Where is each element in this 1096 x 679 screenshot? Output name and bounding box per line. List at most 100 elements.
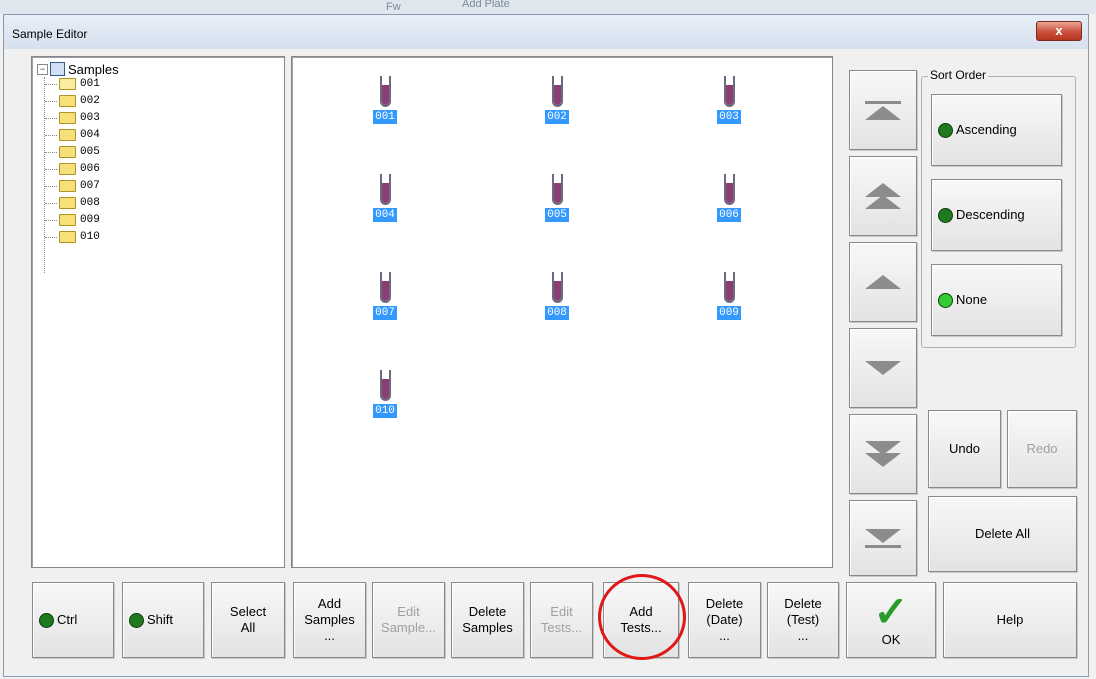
folder-icon [59,95,76,107]
delete-all-button[interactable]: Delete All [928,496,1077,572]
sample-tube-002[interactable]: 002 [527,76,587,124]
tree-item-label: 004 [80,129,100,141]
move-up-button[interactable] [849,242,917,322]
tree-branch-line [45,135,57,136]
sample-label: 006 [717,208,741,222]
sample-tube-003[interactable]: 003 [699,76,759,124]
sort-order-legend: Sort Order [928,68,989,82]
test-tube-icon [551,174,563,205]
title-bar[interactable]: Sample Editor x [4,15,1088,49]
tree-root-samples[interactable]: − Samples [37,61,119,77]
add-samples-button[interactable]: Add Samples... [293,582,366,658]
ok-button[interactable]: ✓ OK [846,582,936,658]
test-tube-icon [379,76,391,107]
delete-by-date-button[interactable]: Delete (Date)... [688,582,761,658]
tree-item-002[interactable]: 002 [45,94,100,108]
tree-branch-line [45,84,57,85]
delete-date-label-2: (Date) [706,612,743,627]
background-ghost-text-2: Fw [386,1,401,13]
sample-label: 001 [373,110,397,124]
delete-date-label-1: Delete [705,596,744,611]
sort-descending-button[interactable]: Descending [931,179,1062,251]
sample-grid[interactable]: 001 002 003 004 005 006 007 008 009 010 [291,56,833,568]
tree-item-label: 009 [80,214,100,226]
folder-icon [59,129,76,141]
undo-button[interactable]: Undo [928,410,1001,488]
sample-tube-008[interactable]: 008 [527,272,587,320]
folder-icon [59,231,76,243]
sample-tube-007[interactable]: 007 [355,272,415,320]
folder-icon [59,180,76,192]
tree-item-009[interactable]: 009 [45,213,100,227]
delete-samples-button[interactable]: Delete Samples [451,582,524,658]
sample-tube-010[interactable]: 010 [355,370,415,418]
test-tube-icon [379,272,391,303]
add-samples-label-3: ... [324,628,335,643]
tree-connector-line [44,77,45,273]
test-tube-icon [379,174,391,205]
sample-tube-004[interactable]: 004 [355,174,415,222]
tree-item-label: 007 [80,180,100,192]
delete-by-test-button[interactable]: Delete (Test)... [767,582,839,658]
highlight-circle [598,574,686,660]
ok-label: OK [881,632,901,647]
ctrl-modifier-button[interactable]: Ctrl [32,582,114,658]
tree-item-004[interactable]: 004 [45,128,100,142]
edit-sample-button[interactable]: Edit Sample... [372,582,445,658]
sample-tube-009[interactable]: 009 [699,272,759,320]
double-down-icon [865,441,901,467]
sample-label: 002 [545,110,569,124]
undo-label: Undo [948,441,981,456]
tree-item-label: 002 [80,95,100,107]
tree-item-005[interactable]: 005 [45,145,100,159]
sort-ascending-button[interactable]: Ascending [931,94,1062,166]
delete-samples-label-1: Delete [468,604,507,619]
tree-item-001[interactable]: 001 [45,77,100,91]
redo-button[interactable]: Redo [1007,410,1077,488]
folder-icon [59,163,76,175]
move-page-up-button[interactable] [849,156,917,236]
sample-tube-006[interactable]: 006 [699,174,759,222]
sort-ascending-label: Ascending [956,122,1017,137]
edit-sample-label-2: Sample... [381,620,436,635]
test-tube-icon [379,370,391,401]
tree-branch-line [45,118,57,119]
sample-label: 003 [717,110,741,124]
tree-item-007[interactable]: 007 [45,179,100,193]
close-button[interactable]: x [1036,21,1082,41]
help-button[interactable]: Help [943,582,1077,658]
sample-label: 010 [373,404,397,418]
tree-item-label: 005 [80,146,100,158]
folder-icon [59,112,76,124]
double-up-icon [865,183,901,209]
folder-open-icon [59,78,76,90]
tree-item-003[interactable]: 003 [45,111,100,125]
delete-test-label-3: ... [797,628,809,643]
move-page-down-button[interactable] [849,414,917,494]
test-tube-icon [723,272,735,303]
sample-label: 008 [545,306,569,320]
move-down-button[interactable] [849,328,917,408]
tree-item-010[interactable]: 010 [45,230,100,244]
folder-icon [59,214,76,226]
down-arrow-icon [865,361,901,375]
move-to-top-button[interactable] [849,70,917,150]
tree-branch-line [45,237,57,238]
sort-descending-label: Descending [956,207,1025,222]
tree-item-008[interactable]: 008 [45,196,100,210]
shift-modifier-button[interactable]: Shift [122,582,204,658]
sample-tree[interactable]: − Samples 001 002 003 004 005 006 007 00… [31,56,285,568]
edit-tests-button[interactable]: Edit Tests... [530,582,593,658]
select-all-button[interactable]: Select All [211,582,285,658]
delete-date-label-3: ... [719,628,730,643]
sample-tube-005[interactable]: 005 [527,174,587,222]
edit-tests-label-1: Edit [550,604,573,619]
edit-sample-label-1: Edit [397,604,420,619]
sort-none-button[interactable]: None [931,264,1062,336]
collapse-icon[interactable]: − [37,63,48,75]
tree-item-label: 001 [80,78,100,90]
tree-item-006[interactable]: 006 [45,162,100,176]
redo-label: Redo [1026,441,1058,456]
sample-tube-001[interactable]: 001 [355,76,415,124]
move-to-bottom-button[interactable] [849,500,917,576]
